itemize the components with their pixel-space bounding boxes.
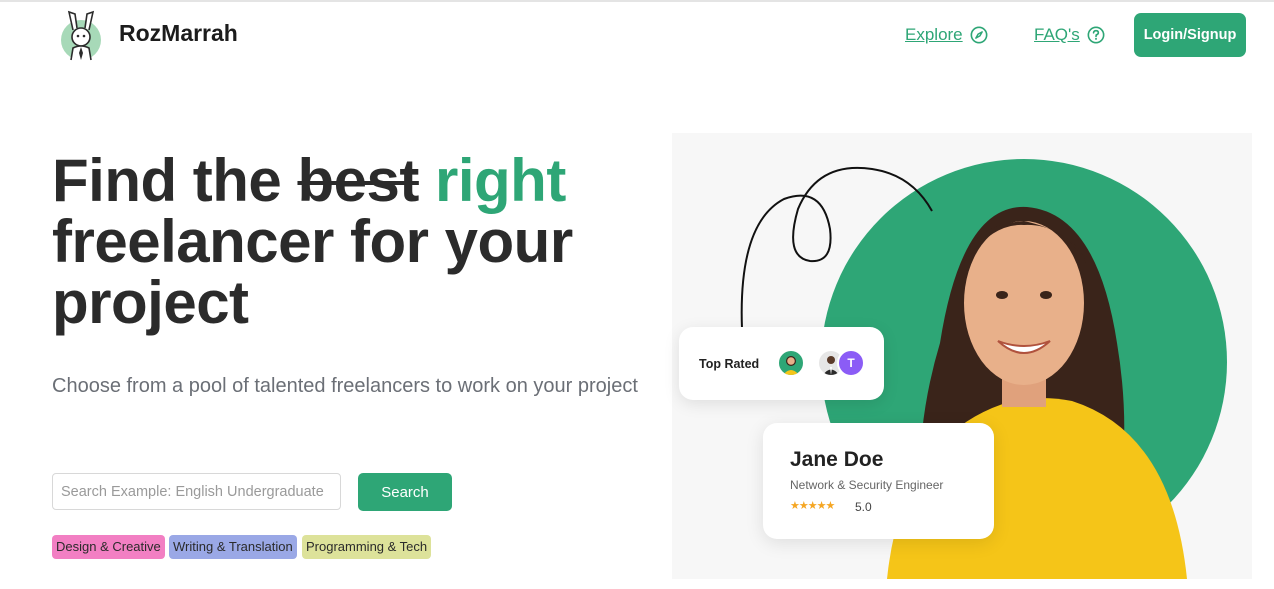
rabbit-mascot-icon[interactable] <box>58 10 104 62</box>
hero-subtitle: Choose from a pool of talented freelance… <box>52 375 638 397</box>
search-button[interactable]: Search <box>358 473 452 511</box>
search-input[interactable] <box>52 473 341 510</box>
tag-design-creative[interactable]: Design & Creative <box>52 535 165 559</box>
top-rated-label: Top Rated <box>699 357 760 371</box>
tag-writing-translation[interactable]: Writing & Translation <box>169 535 297 559</box>
brand-name[interactable]: RozMarrah <box>119 20 238 47</box>
star-rating-icon: ★★★★★ <box>790 500 835 512</box>
freelancer-name: Jane Doe <box>790 448 884 471</box>
nav-explore-link[interactable]: Explore <box>905 25 988 45</box>
rating-value: 5.0 <box>855 500 872 514</box>
nav-faq-label: FAQ's <box>1034 25 1080 44</box>
headline-part2: freelancer for your project <box>52 208 573 336</box>
avatar <box>777 349 805 377</box>
headline-accent-word: right <box>435 147 566 214</box>
hero-headline: Find the best right freelancer for your p… <box>52 150 652 333</box>
login-signup-button[interactable]: Login/Signup <box>1134 13 1246 57</box>
freelancer-role: Network & Security Engineer <box>790 478 944 492</box>
nav-explore-label: Explore <box>905 25 963 44</box>
headline-strikethrough-word: best <box>297 147 419 214</box>
nav-faq-link[interactable]: FAQ's <box>1034 25 1105 45</box>
top-border <box>0 0 1274 2</box>
face <box>964 221 1084 385</box>
avatar-initial: T <box>837 349 865 377</box>
question-circle-icon <box>1087 26 1105 44</box>
top-rated-card: Top Rated T <box>679 327 884 400</box>
tag-programming-tech[interactable]: Programming & Tech <box>302 535 432 559</box>
freelancer-card: Jane Doe Network & Security Engineer ★★★… <box>763 423 994 539</box>
compass-icon <box>970 26 988 44</box>
headline-part1: Find the <box>52 147 298 214</box>
